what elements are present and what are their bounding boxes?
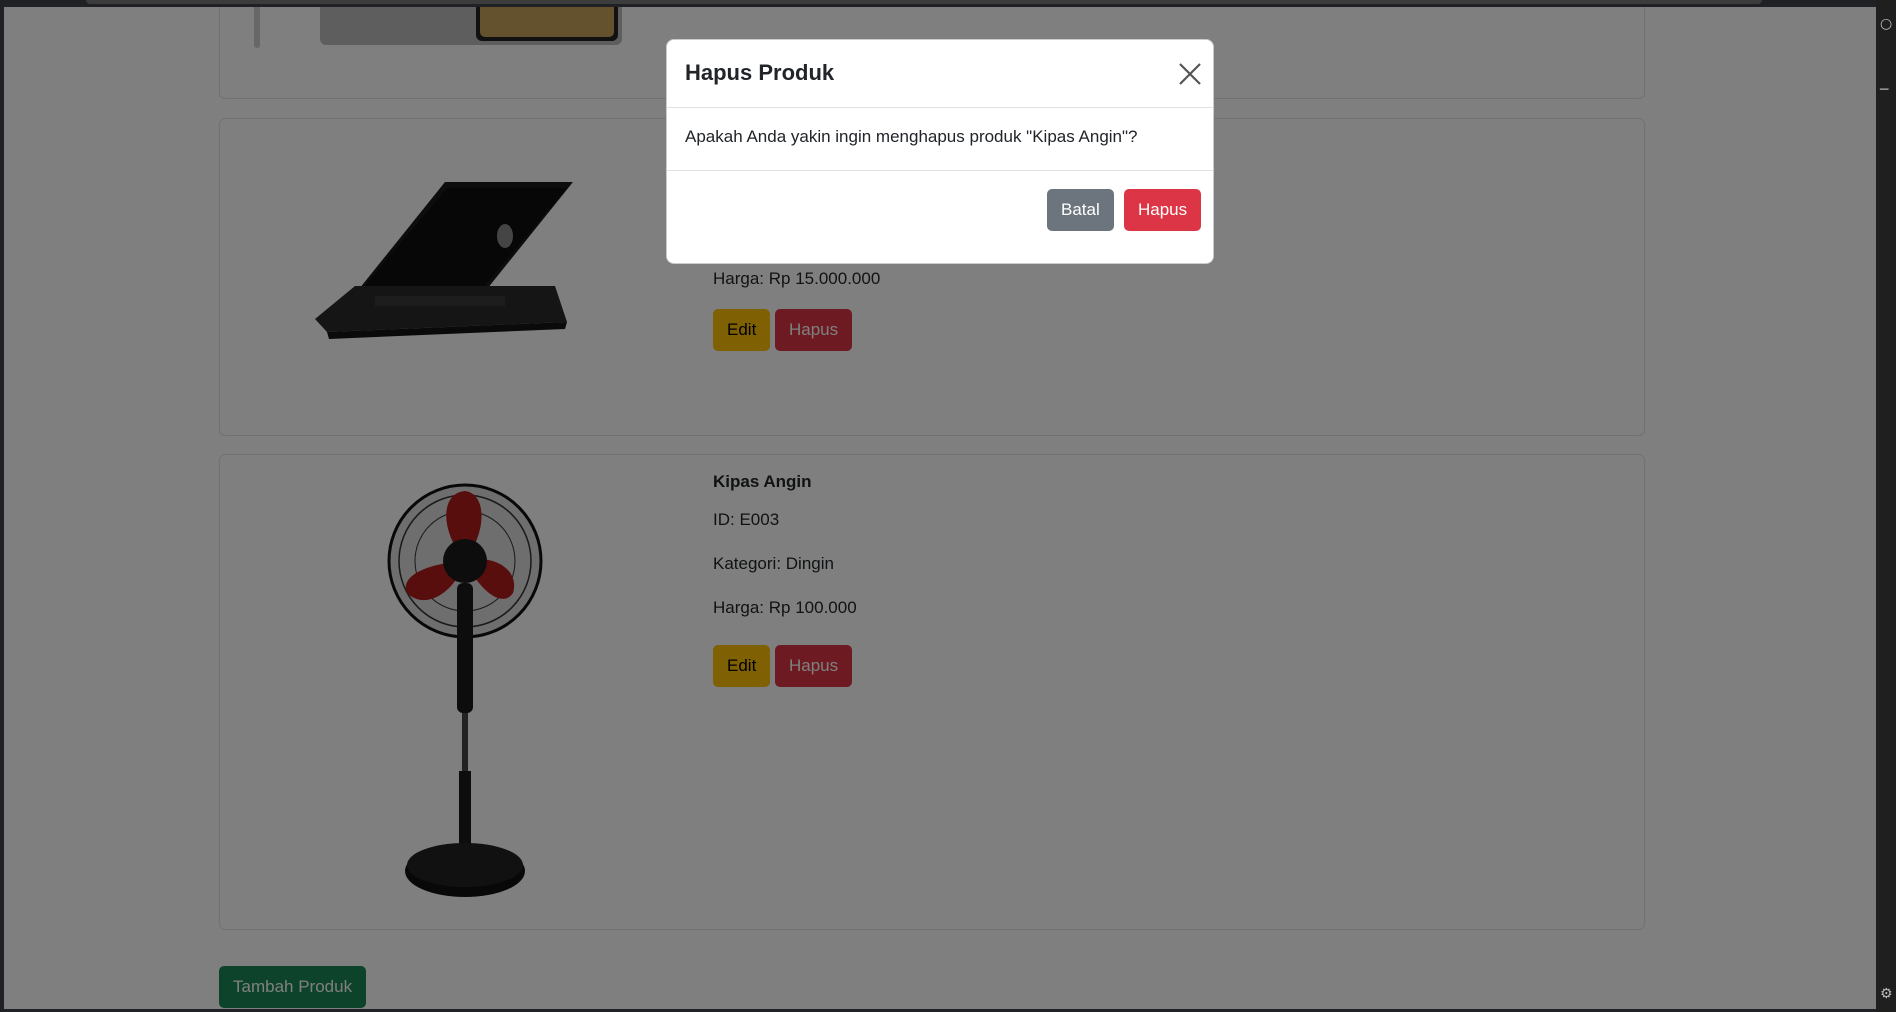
page-viewport: Harga: Rp 15.000.000 Edit Hapus Kipas An… <box>4 7 1876 1009</box>
rail-divider: ─ <box>1880 82 1889 98</box>
modal-header: Hapus Produk <box>667 40 1213 108</box>
search-icon[interactable]: ○ <box>1880 16 1892 32</box>
modal-message: Apakah Anda yakin ingin menghapus produk… <box>685 127 1138 146</box>
settings-icon[interactable]: ⚙ <box>1880 986 1893 1002</box>
browser-side-rail: ○ ─ ⚙ <box>1876 0 1896 1012</box>
close-icon[interactable] <box>1177 61 1203 87</box>
confirm-delete-button[interactable]: Hapus <box>1124 189 1202 231</box>
modal-body: Apakah Anda yakin ingin menghapus produk… <box>667 108 1213 171</box>
cancel-button[interactable]: Batal <box>1047 189 1114 231</box>
modal-title: Hapus Produk <box>685 60 835 85</box>
delete-confirm-modal: Hapus Produk Apakah Anda yakin ingin men… <box>666 39 1214 264</box>
browser-top-edge <box>86 0 1762 4</box>
